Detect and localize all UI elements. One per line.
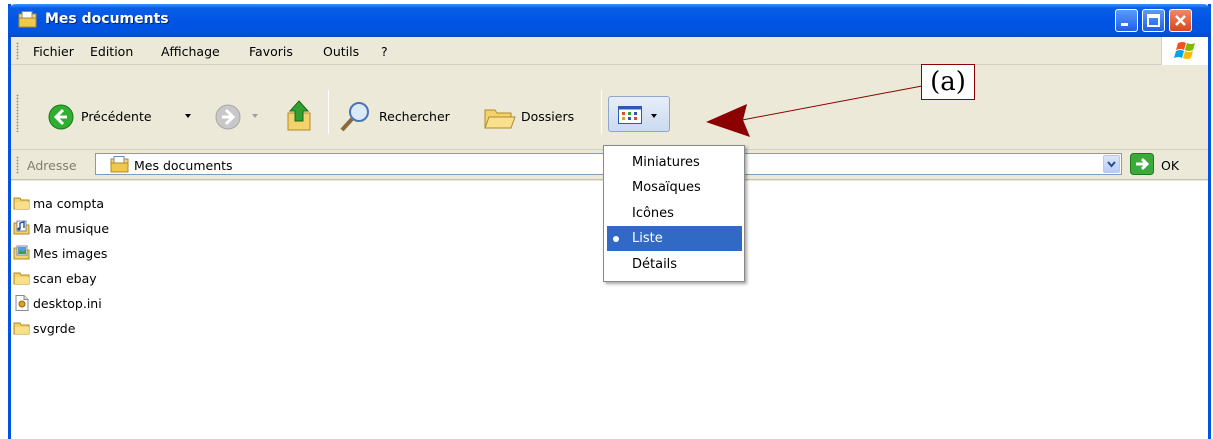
annotation-label: (a) (921, 64, 975, 100)
annotation-arrow (706, 85, 923, 137)
